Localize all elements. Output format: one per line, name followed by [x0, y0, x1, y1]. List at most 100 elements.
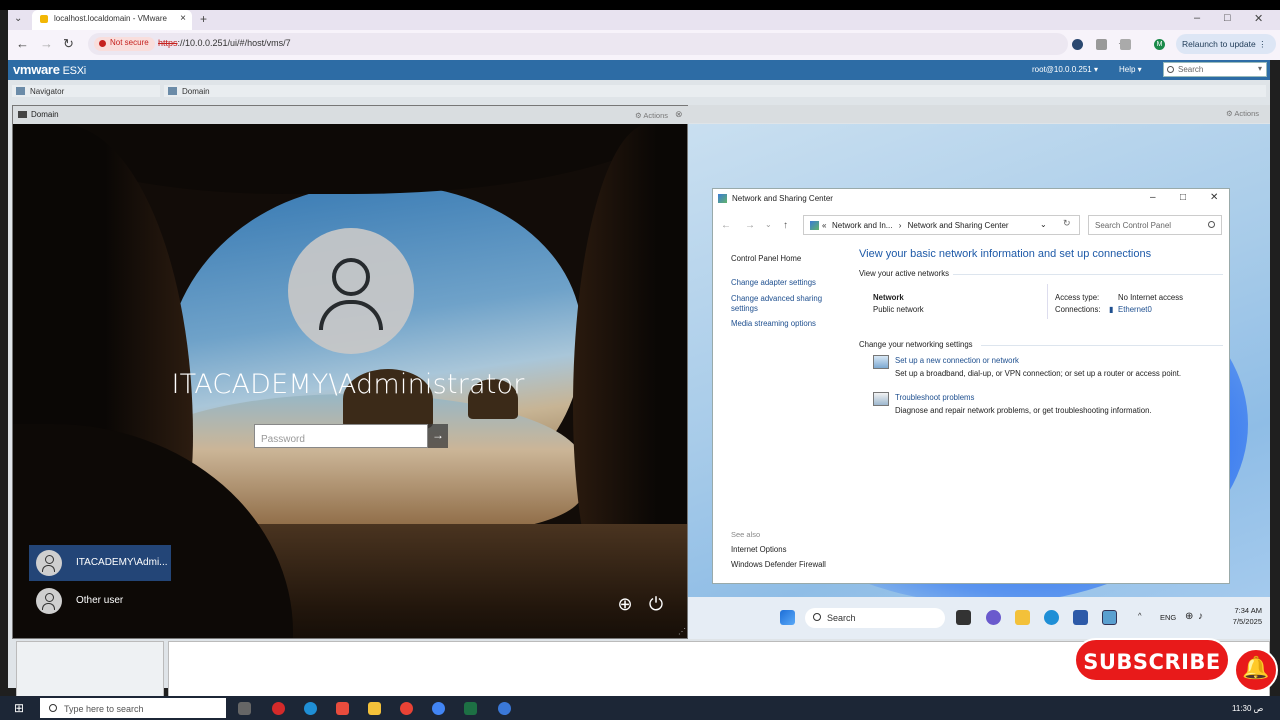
help-menu[interactable]: Help ▾	[1119, 65, 1142, 74]
console-titlebar: Domain ⚙ Actions ⊗	[13, 106, 689, 124]
user-tile-label: Other user	[76, 595, 124, 606]
windows-firewall-link[interactable]: Windows Defender Firewall	[731, 560, 826, 569]
resize-grip-icon[interactable]: ⋰	[678, 627, 686, 636]
network-sharing-center-window: Network and Sharing Center – □ ✕ ← → ⌄ ↑…	[712, 188, 1230, 584]
volume-icon[interactable]: ♪	[1198, 611, 1203, 622]
refresh-icon[interactable]: ↻	[1063, 218, 1071, 229]
file-explorer-icon[interactable]	[1015, 610, 1030, 625]
opera-icon[interactable]	[272, 702, 285, 715]
minimize-icon[interactable]: –	[1150, 192, 1156, 203]
crumb-network-internet[interactable]: Network and In...	[832, 221, 892, 230]
connections-label: Connections:	[1055, 305, 1101, 314]
task-view-icon[interactable]	[238, 702, 251, 715]
user-tile-administrator[interactable]: ITACADEMY\Admi...	[29, 545, 171, 581]
setup-connection-link[interactable]: Set up a new connection or network	[895, 356, 1019, 365]
control-panel-home-link[interactable]: Control Panel Home	[731, 254, 801, 263]
camera-icon[interactable]	[1096, 39, 1107, 50]
edge-icon[interactable]	[304, 702, 317, 715]
divider	[981, 345, 1223, 346]
lock-screen[interactable]: ITACADEMY\Administrator → ITACADEMY\Admi…	[13, 124, 687, 638]
crumb-current[interactable]: Network and Sharing Center	[908, 221, 1009, 230]
nsc-navbar: ← → ⌄ ↑ « Network and In... › Network an…	[713, 213, 1229, 239]
maximize-icon[interactable]: □	[1180, 192, 1186, 203]
chat-icon[interactable]	[986, 610, 1001, 625]
user-avatar-icon	[36, 550, 62, 576]
host-taskbar: ⊞ Type here to search 11:30 ص	[0, 696, 1280, 720]
host-clock[interactable]: 11:30 ص	[1232, 704, 1263, 713]
tray-chevron-icon[interactable]: ^	[1138, 611, 1142, 620]
troubleshoot-description: Diagnose and repair network problems, or…	[895, 406, 1152, 415]
ethernet0-link[interactable]: Ethernet0	[1118, 305, 1152, 314]
domain-console-window: Domain ⚙ Actions ⊗ ITACADEMY\Administrat	[12, 105, 689, 639]
close-icon[interactable]: ✕	[1210, 192, 1218, 203]
subscribe-button[interactable]: SUBSCRIBE	[1074, 638, 1230, 682]
right-console-actions[interactable]: ⚙ Actions	[1226, 109, 1259, 118]
windows-start-icon[interactable]: ⊞	[14, 701, 24, 715]
browser-tab[interactable]: localhost.localdomain - VMware ×	[32, 10, 192, 30]
chrome-icon[interactable]	[400, 702, 413, 715]
guest-taskbar: Search ^ ENG ⊕ ♪ 7:34 AM 7/5/2025	[688, 597, 1270, 639]
forward-icon[interactable]: →	[745, 220, 755, 231]
not-secure-badge[interactable]: Not secure	[94, 37, 155, 51]
language-indicator[interactable]: ENG	[1160, 613, 1176, 622]
esxi-header: vmware ESXi root@10.0.0.251 ▾ Help ▾ Sear…	[8, 60, 1270, 80]
reload-icon[interactable]: ↻	[63, 36, 74, 52]
file-explorer-icon[interactable]	[368, 702, 381, 715]
breadcrumb[interactable]: « Network and In... › Network and Sharin…	[803, 215, 1080, 235]
change-advanced-sharing-link[interactable]: Change advanced sharing settings	[731, 294, 831, 314]
change-adapter-settings-link[interactable]: Change adapter settings	[731, 278, 816, 287]
back-icon[interactable]: ←	[16, 36, 29, 51]
new-tab-icon[interactable]: +	[200, 12, 207, 26]
vmware-logo: vmware ESXi	[13, 62, 86, 77]
task-view-icon[interactable]	[956, 610, 971, 625]
back-icon[interactable]: ←	[721, 220, 731, 231]
address-bar[interactable]: Not secure https://10.0.0.251/ui/#/host/…	[88, 33, 1128, 55]
power-icon[interactable]: ⏻	[645, 594, 667, 616]
host-search-box[interactable]: Type here to search	[40, 698, 226, 718]
ethernet-icon: ▮	[1109, 305, 1114, 314]
tab-title: localhost.localdomain - VMware	[54, 14, 167, 23]
guest-clock-time[interactable]: 7:34 AM	[1212, 606, 1262, 615]
app-icon[interactable]	[498, 702, 511, 715]
close-icon[interactable]: ⊗	[675, 109, 683, 120]
chrome-active-icon[interactable]	[432, 702, 445, 715]
store-icon[interactable]	[1073, 610, 1088, 625]
recent-chevron-icon[interactable]: ⌄	[765, 220, 772, 229]
troubleshoot-link[interactable]: Troubleshoot problems	[895, 393, 974, 402]
extension-icon[interactable]	[1072, 39, 1083, 50]
close-window-icon[interactable]: ✕	[1254, 12, 1263, 25]
control-panel-search-input[interactable]: Search Control Panel	[1088, 215, 1222, 235]
forward-icon[interactable]: →	[40, 36, 53, 51]
excel-icon[interactable]	[464, 702, 477, 715]
user-menu[interactable]: root@10.0.0.251 ▾	[1032, 65, 1098, 74]
app-icon[interactable]	[336, 702, 349, 715]
start-icon[interactable]	[780, 610, 795, 625]
internet-options-link[interactable]: Internet Options	[731, 545, 786, 554]
navigator-header[interactable]: Navigator	[12, 85, 160, 97]
media-streaming-link[interactable]: Media streaming options	[731, 319, 816, 328]
console-actions[interactable]: ⚙ Actions	[635, 111, 668, 120]
network-globe-icon[interactable]: ⊕	[614, 594, 636, 616]
active-networks-label: View your active networks	[859, 269, 949, 278]
maximize-icon[interactable]: □	[1224, 12, 1231, 24]
tab-list-icon[interactable]: ⌄	[14, 13, 22, 24]
network-tray-icon[interactable]: ⊕	[1185, 611, 1193, 622]
relaunch-button[interactable]: Relaunch to update ⋮	[1176, 34, 1276, 54]
close-tab-icon[interactable]: ×	[180, 13, 186, 24]
notification-bell-icon[interactable]: 🔔	[1234, 648, 1278, 692]
minimize-icon[interactable]: –	[1194, 12, 1200, 24]
browser-toolbar: ← → ↻ Not secure https://10.0.0.251/ui/#…	[8, 30, 1280, 60]
password-input[interactable]	[254, 424, 428, 448]
esxi-search-input[interactable]: Search ▾	[1163, 62, 1267, 77]
submit-arrow-button[interactable]: →	[428, 424, 448, 448]
chevron-down-icon[interactable]: ⌄	[1040, 220, 1047, 229]
guest-clock-date[interactable]: 7/5/2025	[1212, 617, 1262, 626]
edge-icon[interactable]	[1044, 610, 1059, 625]
profile-avatar[interactable]: M	[1154, 39, 1165, 50]
control-panel-taskbar-icon[interactable]	[1102, 610, 1117, 625]
guest-search-box[interactable]: Search	[805, 608, 945, 628]
user-tile-other[interactable]: Other user	[29, 583, 171, 619]
up-icon[interactable]: ↑	[783, 220, 788, 231]
domain-tab[interactable]: Domain	[164, 85, 1266, 97]
extensions-puzzle-icon[interactable]	[1120, 39, 1131, 50]
